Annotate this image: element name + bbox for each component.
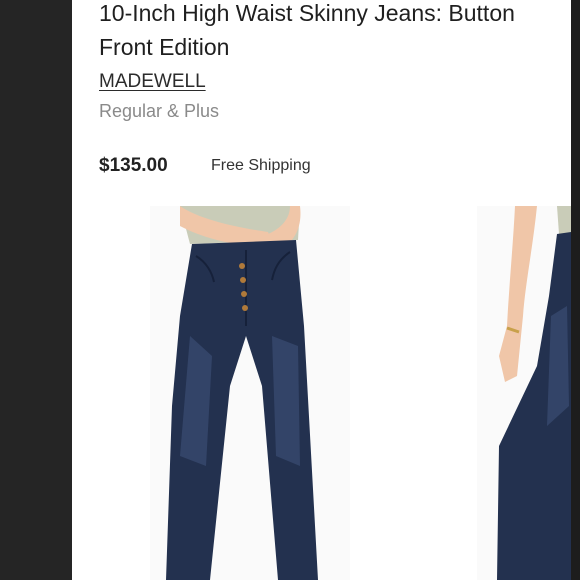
product-photo-side[interactable] xyxy=(477,206,571,580)
product-card: 10-Inch High Waist Skinny Jeans: Button … xyxy=(72,0,571,580)
listing-page: 10-Inch High Waist Skinny Jeans: Button … xyxy=(0,0,580,580)
right-backdrop xyxy=(571,0,580,580)
product-title: 10-Inch High Waist Skinny Jeans: Button … xyxy=(99,0,515,60)
price: $135.00 xyxy=(99,155,168,176)
jeans-side-photo xyxy=(497,206,571,580)
brand-link[interactable]: MADEWELL xyxy=(99,71,206,93)
size-range: Regular & Plus xyxy=(99,101,220,121)
shipping-badge: Free Shipping xyxy=(211,157,311,174)
left-backdrop xyxy=(0,0,72,580)
jeans-front-photo xyxy=(166,206,318,580)
image-carousel[interactable] xyxy=(72,206,571,580)
product-photo-front[interactable] xyxy=(150,206,350,580)
